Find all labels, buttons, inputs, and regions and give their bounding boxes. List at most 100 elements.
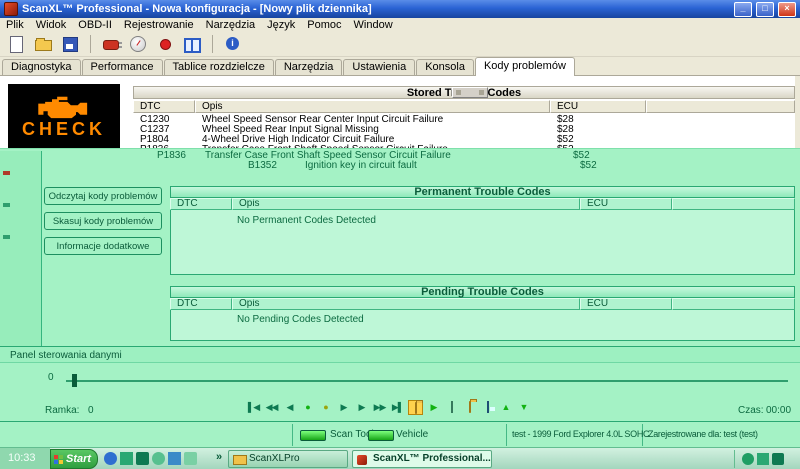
play-icon[interactable]: ▶ <box>336 400 351 415</box>
menu-bar: Plik Widok OBD-II Rejestrowanie Narzędzi… <box>0 18 800 32</box>
permanent-col-ecu[interactable]: ECU <box>580 198 672 210</box>
upload-icon[interactable]: ▲ <box>498 400 513 415</box>
status-bar: Scan Tool Vehicle test - 1999 Ford Explo… <box>0 421 800 448</box>
gauge-icon[interactable] <box>128 34 148 54</box>
permanent-col-opis[interactable]: Opis <box>232 198 580 210</box>
table-row-glitch: P1836 Transfer Case Front Shaft Speed Se… <box>0 150 800 160</box>
extra-info-button[interactable]: Informacje dodatkowe <box>44 237 162 255</box>
info-icon[interactable] <box>223 34 243 54</box>
new-log-icon[interactable] <box>444 400 459 415</box>
permanent-col-dtc[interactable]: DTC <box>170 198 232 210</box>
tab-diagnostyka[interactable]: Diagnostyka <box>2 59 81 75</box>
tab-tablice-rozdzielcze[interactable]: Tablice rozdzielcze <box>164 59 274 75</box>
read-codes-button[interactable]: Odczytaj kody problemów <box>44 187 162 205</box>
permanent-empty-text: No Permanent Codes Detected <box>237 215 376 226</box>
open-folder-glyph <box>35 40 52 51</box>
flag-yellow <box>59 460 63 464</box>
frame-label: Ramka: <box>45 405 79 416</box>
tray-icon-2[interactable] <box>757 453 769 465</box>
cell-dtc: B1352 <box>248 160 277 171</box>
save-glyph <box>63 37 78 52</box>
menu-item-pomoc[interactable]: Pomoc <box>301 19 347 31</box>
table-row-glitch: B1352 Ignition key in circuit fault $52 <box>0 160 800 170</box>
table-row[interactable]: C1230 Wheel Speed Sensor Rear Center Inp… <box>0 114 795 124</box>
strip-mark <box>3 171 10 175</box>
record-icon[interactable] <box>155 34 175 54</box>
maximize-button[interactable]: □ <box>756 2 774 17</box>
info-glyph <box>226 37 239 50</box>
taskbar-task-scanxlpro-folder[interactable]: ScanXLPro <box>228 450 348 468</box>
quicklaunch-icon-5[interactable] <box>168 452 181 465</box>
clear-codes-button[interactable]: Skasuj kody problemów <box>44 212 162 230</box>
left-gauge-strip <box>0 151 42 346</box>
tab-konsola[interactable]: Konsola <box>416 59 474 75</box>
quicklaunch-icon-2[interactable] <box>120 452 133 465</box>
tab-ustawienia[interactable]: Ustawienia <box>343 59 415 75</box>
data-panel-title: Panel sterowania danymi <box>10 350 122 361</box>
titlebar[interactable]: ScanXL™ Professional - Nowa konfiguracja… <box>0 0 800 18</box>
timeline-slider-thumb[interactable] <box>72 374 77 387</box>
pending-col-opis[interactable]: Opis <box>232 298 580 310</box>
permanent-col-extra[interactable] <box>672 198 795 210</box>
timeline-slider-track[interactable] <box>66 380 788 382</box>
skip-first-icon[interactable]: ▌◀ <box>246 400 261 415</box>
tab-narzedzia[interactable]: Narzędzia <box>275 59 343 75</box>
step-back-icon[interactable]: ◀ <box>282 400 297 415</box>
connect-icon[interactable] <box>101 34 121 54</box>
minimize-button[interactable]: _ <box>734 2 752 17</box>
tray-icon-1[interactable] <box>742 453 754 465</box>
open-log-icon[interactable] <box>462 400 477 415</box>
table-row[interactable]: P1804 4-Wheel Drive High Indicator Circu… <box>0 134 795 144</box>
strip-mark <box>3 235 10 239</box>
close-button[interactable]: × <box>778 2 796 17</box>
strip-mark <box>3 203 10 207</box>
rewind-icon[interactable]: ◀◀ <box>264 400 279 415</box>
tab-kody-problemow[interactable]: Kody problemów <box>475 57 575 76</box>
save-log-icon[interactable] <box>480 400 495 415</box>
toolbar-separator <box>90 35 91 53</box>
quicklaunch-icon-1[interactable] <box>104 452 117 465</box>
quicklaunch-icon-3[interactable] <box>136 452 149 465</box>
record-green-icon[interactable]: ● <box>300 400 315 415</box>
step-forward-icon[interactable]: ▶ <box>354 400 369 415</box>
stored-col-opis[interactable]: Opis <box>195 100 550 113</box>
glitch-clock: 10:33 <box>8 452 36 464</box>
skip-last-icon[interactable]: ▶▌ <box>390 400 405 415</box>
stored-col-dtc[interactable]: DTC <box>133 100 195 113</box>
quicklaunch-icon-6[interactable] <box>184 452 197 465</box>
glitch-artifact <box>452 87 488 98</box>
pending-col-dtc[interactable]: DTC <box>170 298 232 310</box>
start-button[interactable]: Start <box>50 449 98 469</box>
open-folder-icon[interactable] <box>33 34 53 54</box>
menu-item-narzedzia[interactable]: Narzędzia <box>200 19 262 31</box>
fast-forward-icon[interactable]: ▶▶ <box>372 400 387 415</box>
menu-item-plik[interactable]: Plik <box>0 19 30 31</box>
new-file-icon[interactable] <box>6 34 26 54</box>
quicklaunch-icon-4[interactable] <box>152 452 165 465</box>
taskbar-task-scanxl-professional[interactable]: ScanXL™ Professional... <box>352 450 492 468</box>
menu-item-rejestrowanie[interactable]: Rejestrowanie <box>118 19 200 31</box>
dashboards-icon[interactable] <box>182 34 202 54</box>
flag-red <box>54 455 58 459</box>
menu-item-window[interactable]: Window <box>348 19 399 31</box>
tab-performance[interactable]: Performance <box>82 59 163 75</box>
menu-item-widok[interactable]: Widok <box>30 19 73 31</box>
download-icon[interactable]: ▼ <box>516 400 531 415</box>
pending-col-extra[interactable] <box>672 298 795 310</box>
stored-col-ecu[interactable]: ECU <box>550 100 646 113</box>
pending-empty-text: No Pending Codes Detected <box>237 314 364 325</box>
flag-blue <box>54 460 58 464</box>
play-log-icon[interactable]: ▶ <box>426 400 441 415</box>
record-olive-icon[interactable]: ● <box>318 400 333 415</box>
bookmark-folder-icon[interactable] <box>408 400 423 415</box>
permanent-codes-title: Permanent Trouble Codes <box>170 186 795 198</box>
menu-item-jezyk[interactable]: Język <box>261 19 301 31</box>
tray-icon-3[interactable] <box>772 453 784 465</box>
time-label: Czas: <box>738 405 764 416</box>
menu-item-obd2[interactable]: OBD-II <box>72 19 118 31</box>
stored-col-extra[interactable] <box>646 100 795 113</box>
save-icon[interactable] <box>60 34 80 54</box>
table-row[interactable]: C1237 Wheel Speed Rear Input Signal Miss… <box>0 124 795 134</box>
pending-col-ecu[interactable]: ECU <box>580 298 672 310</box>
quicklaunch-overflow-chevron[interactable]: » <box>216 451 222 463</box>
